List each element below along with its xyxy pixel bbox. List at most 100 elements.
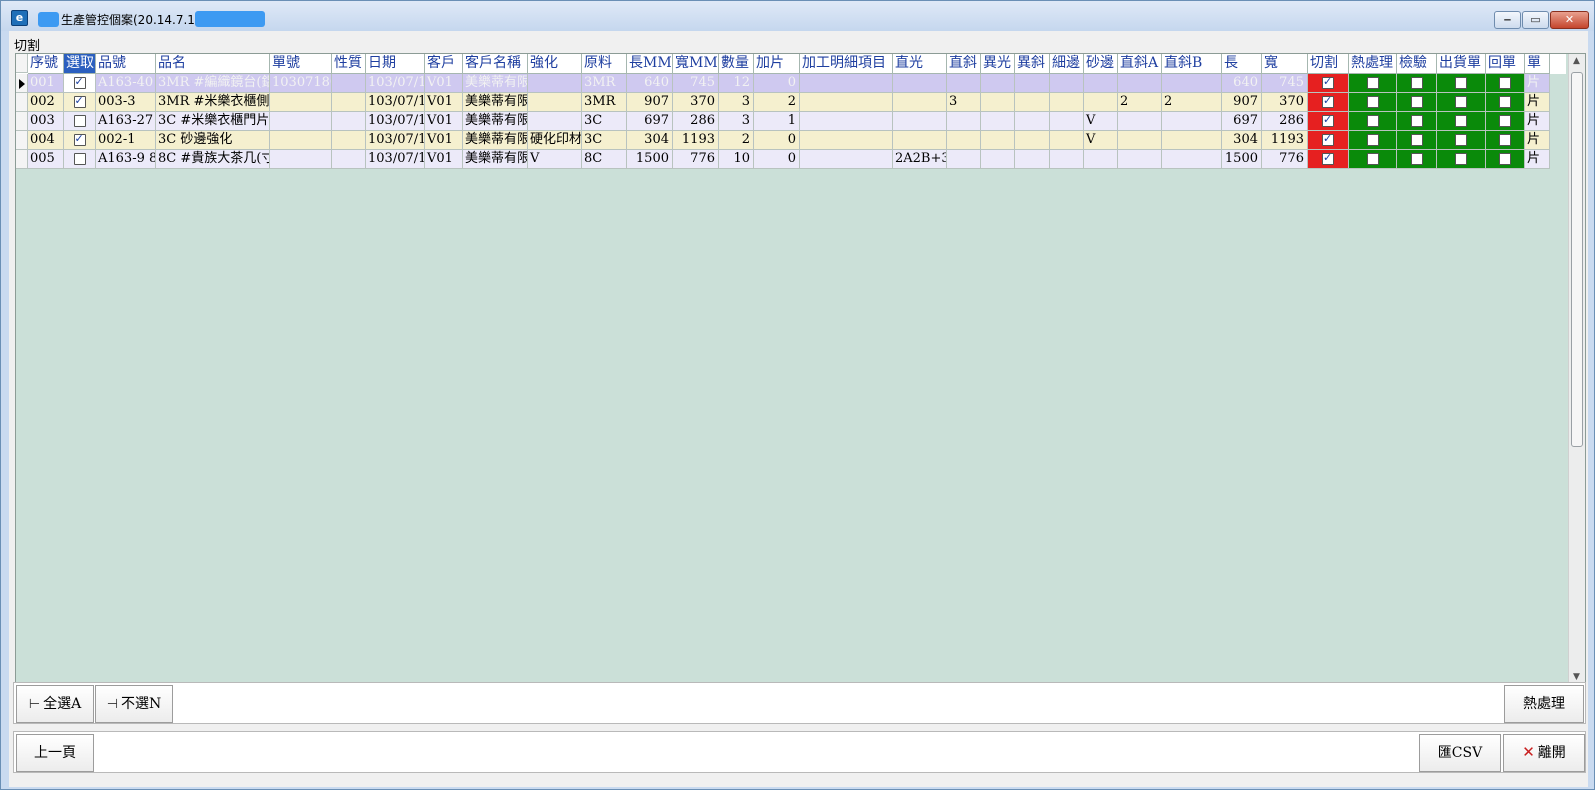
- cell-unit[interactable]: 片: [1525, 150, 1550, 169]
- cell-tempered[interactable]: [528, 112, 582, 131]
- column-header-xb[interactable]: 細邊: [1050, 54, 1084, 74]
- cell-len[interactable]: 304: [1222, 131, 1262, 150]
- cell-qty[interactable]: 12: [719, 74, 754, 93]
- table-row[interactable]: 001 A163-40 33MR #編織鏡台(鋁10307180 103/07/18…: [16, 74, 1566, 93]
- cell-zxa[interactable]: [1118, 150, 1162, 169]
- cell-extra[interactable]: 0: [754, 74, 800, 93]
- cell-yg[interactable]: [981, 131, 1015, 150]
- cell-yg[interactable]: [981, 74, 1015, 93]
- exit-button[interactable]: ✕ 離開: [1503, 734, 1585, 772]
- column-header-date[interactable]: 日期: [366, 54, 425, 74]
- heat-checkbox[interactable]: [1366, 77, 1379, 89]
- cell-zx[interactable]: [947, 131, 981, 150]
- receipt-checkbox[interactable]: [1499, 153, 1511, 165]
- cell-unit[interactable]: 片: [1525, 131, 1550, 150]
- inspect-checkbox[interactable]: [1410, 77, 1423, 89]
- column-header-tempered[interactable]: 強化: [528, 54, 582, 74]
- inspect-checkbox[interactable]: [1410, 134, 1423, 146]
- cell-len-mm[interactable]: 640: [627, 74, 673, 93]
- column-header-selected[interactable]: 選取: [64, 54, 96, 74]
- cell-order-no[interactable]: [270, 131, 332, 150]
- heat-treatment-button[interactable]: 熱處理: [1504, 685, 1584, 723]
- cell-material[interactable]: 8C: [582, 150, 627, 169]
- cell-extra[interactable]: 0: [754, 150, 800, 169]
- cell-wid-mm[interactable]: 1193: [673, 131, 719, 150]
- cell-nature[interactable]: [332, 150, 366, 169]
- cell-qty[interactable]: 3: [719, 112, 754, 131]
- cell-item-no[interactable]: 002-1: [96, 131, 156, 150]
- cell-xb[interactable]: [1050, 112, 1084, 131]
- cell-len-mm[interactable]: 1500: [627, 150, 673, 169]
- cell-name[interactable]: 3C 砂邊強化: [156, 131, 270, 150]
- cell-customer[interactable]: V01: [425, 74, 463, 93]
- cell-unit[interactable]: 片: [1525, 112, 1550, 131]
- cell-material[interactable]: 3MR: [582, 74, 627, 93]
- cell-zx[interactable]: [947, 74, 981, 93]
- row-selector[interactable]: [16, 131, 28, 150]
- cell-xb[interactable]: [1050, 150, 1084, 169]
- cell-material[interactable]: 3MR: [582, 93, 627, 112]
- cell-xb[interactable]: [1050, 131, 1084, 150]
- cell-len-mm[interactable]: 304: [627, 131, 673, 150]
- cell-len[interactable]: 640: [1222, 74, 1262, 93]
- cell-proc[interactable]: [800, 112, 893, 131]
- cell-name[interactable]: 8C #貴族大茶几(寸: [156, 150, 270, 169]
- cell-wid-mm[interactable]: 286: [673, 112, 719, 131]
- column-header-sb[interactable]: 砂邊: [1084, 54, 1118, 74]
- cell-wid[interactable]: 286: [1262, 112, 1308, 131]
- column-header-heat[interactable]: 熱處理: [1349, 54, 1397, 74]
- cell-extra[interactable]: 0: [754, 131, 800, 150]
- cell-zxa[interactable]: [1118, 112, 1162, 131]
- cell-customer-name[interactable]: 美樂蒂有限: [463, 131, 528, 150]
- cell-len[interactable]: 907: [1222, 93, 1262, 112]
- ship-checkbox[interactable]: [1455, 134, 1467, 146]
- cell-zxb[interactable]: [1162, 112, 1222, 131]
- cell-zg[interactable]: [893, 74, 947, 93]
- column-header-material[interactable]: 原料: [582, 54, 627, 74]
- heat-checkbox[interactable]: [1366, 134, 1379, 146]
- cell-sb[interactable]: [1084, 93, 1118, 112]
- cell-xb[interactable]: [1050, 74, 1084, 93]
- column-header-receipt[interactable]: 回單: [1486, 54, 1525, 74]
- column-header-customer[interactable]: 客戶: [425, 54, 463, 74]
- cell-nature[interactable]: [332, 93, 366, 112]
- column-header-unit[interactable]: 單: [1525, 54, 1550, 74]
- cell-yg[interactable]: [981, 150, 1015, 169]
- cell-wid[interactable]: 370: [1262, 93, 1308, 112]
- cell-seq[interactable]: 004: [28, 131, 64, 150]
- column-header-wid[interactable]: 寬: [1262, 54, 1308, 74]
- cell-order-no[interactable]: [270, 93, 332, 112]
- cut-checkbox[interactable]: [1322, 94, 1334, 108]
- ship-checkbox[interactable]: [1455, 96, 1467, 108]
- cell-customer-name[interactable]: 美樂蒂有限: [463, 93, 528, 112]
- cell-proc[interactable]: [800, 93, 893, 112]
- cell-zx[interactable]: 3: [947, 93, 981, 112]
- cell-date[interactable]: 103/07/18: [366, 131, 425, 150]
- export-csv-button[interactable]: 匯CSV: [1419, 734, 1501, 772]
- column-header-customer-name[interactable]: 客戶名稱: [463, 54, 528, 74]
- cell-sb[interactable]: [1084, 150, 1118, 169]
- cell-nature[interactable]: [332, 131, 366, 150]
- cell-material[interactable]: 3C: [582, 131, 627, 150]
- table-row[interactable]: 003 A163-27 33C #米樂衣櫃門片 103/07/18V01美樂蒂有限 3…: [16, 112, 1566, 131]
- close-button[interactable]: ✕: [1550, 11, 1589, 29]
- selected-checkbox[interactable]: [73, 153, 86, 165]
- cell-zxb[interactable]: [1162, 74, 1222, 93]
- cut-checkbox[interactable]: [1322, 132, 1334, 146]
- selected-checkbox[interactable]: [73, 132, 86, 146]
- cell-zxa[interactable]: 2: [1118, 93, 1162, 112]
- cell-name[interactable]: 3MR #米樂衣櫃側: [156, 93, 270, 112]
- table-row[interactable]: 005 A163-9 8C8C #貴族大茶几(寸 103/07/18V01美樂蒂有限…: [16, 150, 1566, 169]
- selected-checkbox[interactable]: [73, 75, 86, 89]
- receipt-checkbox[interactable]: [1499, 96, 1511, 108]
- ship-checkbox[interactable]: [1455, 153, 1467, 165]
- cell-zx[interactable]: [947, 112, 981, 131]
- cell-zg[interactable]: [893, 112, 947, 131]
- row-selector[interactable]: [16, 93, 28, 112]
- ship-checkbox[interactable]: [1455, 115, 1467, 127]
- cell-customer-name[interactable]: 美樂蒂有限: [463, 74, 528, 93]
- cell-customer[interactable]: V01: [425, 131, 463, 150]
- cell-sb[interactable]: V: [1084, 112, 1118, 131]
- select-all-button[interactable]: ⊢ 全選A: [16, 685, 94, 723]
- column-header-inspect[interactable]: 檢驗: [1397, 54, 1437, 74]
